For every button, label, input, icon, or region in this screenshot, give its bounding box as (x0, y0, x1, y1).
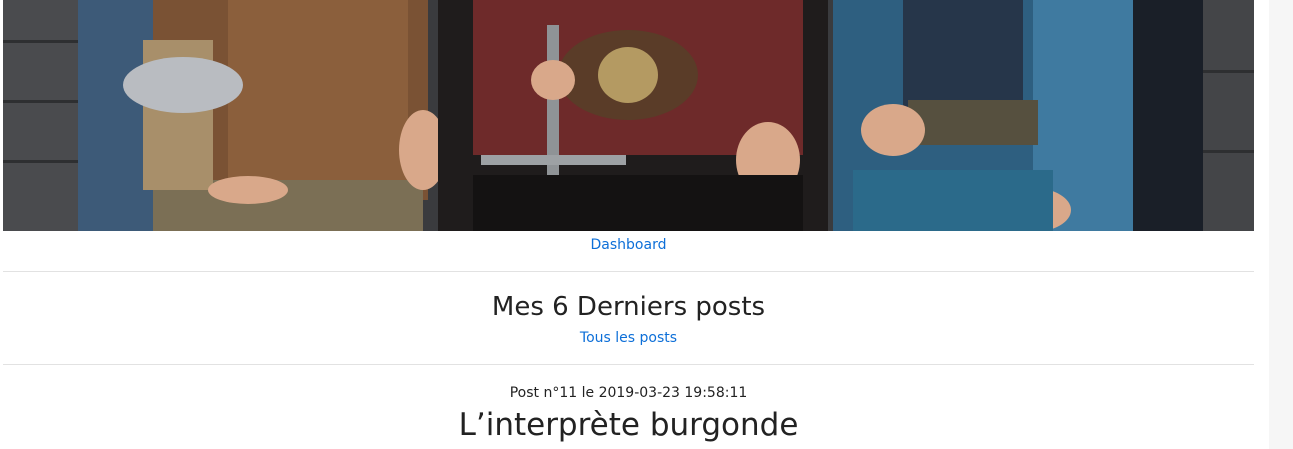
divider (3, 364, 1254, 365)
divider (3, 271, 1254, 272)
all-posts-link[interactable]: Tous les posts (3, 328, 1254, 348)
scrollbar[interactable] (1269, 0, 1293, 449)
latest-posts-title: Mes 6 Derniers posts (491, 292, 766, 322)
page: Dashboard Mes 6 Derniers posts Tous les … (0, 0, 1293, 449)
post-item: Post n°11 le 2019-03-23 19:58:11 L’inter… (3, 383, 1254, 443)
hero-image (3, 0, 1254, 231)
dashboard-link[interactable]: Dashboard (3, 235, 1254, 255)
post-title[interactable]: L’interprète burgonde (3, 407, 1254, 443)
post-meta: Post n°11 le 2019-03-23 19:58:11 (509, 385, 748, 401)
main-content: Dashboard Mes 6 Derniers posts Tous les … (3, 0, 1254, 443)
